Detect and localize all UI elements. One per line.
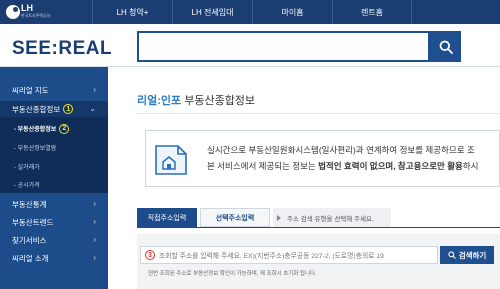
sidebar-item-label: 씨리얼 소개: [12, 253, 49, 263]
page-title: 리얼:인포 부동산종합정보: [137, 92, 255, 108]
chevron-right-icon: ›: [93, 199, 96, 208]
chevron-right-icon: ›: [93, 217, 96, 226]
address-search-button-label: 검색하기: [458, 250, 487, 260]
address-input-placeholder: 조회할 주소를 입력해 주세요. EX)(지번주소)충무공동 227-2, (도…: [159, 253, 384, 260]
submenu-item-real-estate-info[interactable]: - 부동산종합정보 2: [0, 119, 108, 138]
chevron-down-icon: ⌄: [89, 104, 96, 113]
sidebar-item-label: 부동산트렌드: [12, 217, 54, 227]
chevron-right-icon: ›: [93, 235, 96, 244]
lh-logo[interactable]: LH 한국토지주택공사: [6, 2, 50, 22]
search-input[interactable]: [137, 31, 430, 62]
sidebar-item-map[interactable]: 씨리얼 지도 ›: [0, 82, 108, 98]
step-badge: 2: [59, 123, 70, 134]
step-badge: 3: [145, 250, 155, 260]
chevron-right-icon: ›: [93, 85, 96, 94]
title-divider: [137, 113, 500, 114]
page-title-text: 부동산종합정보: [181, 95, 256, 107]
submenu-item-official-price[interactable]: - 공시가격: [0, 175, 108, 194]
top-nav-link[interactable]: 마이홈: [252, 0, 332, 24]
step-badge: 1: [63, 104, 74, 114]
sidebar: 씨리얼 지도 › 부동산종합정보 1 ⌄ - 부동산종합정보 2 - 부동산정보…: [0, 67, 108, 289]
search-icon: [448, 251, 456, 259]
sidebar-item-find-service[interactable]: 찾기서비스 ›: [0, 232, 108, 248]
tab-select-address[interactable]: 선택주소입력: [200, 208, 270, 227]
page-title-accent: 리얼:인포: [137, 95, 182, 107]
sidebar-item-statistics[interactable]: 부동산통계 ›: [0, 196, 108, 212]
document-icon: [155, 145, 187, 175]
sidebar-item-trend[interactable]: 부동산트렌드 ›: [0, 214, 108, 230]
sidebar-item-label: 씨리얼 지도: [12, 85, 49, 95]
sidebar-item-label: 부동산통계: [12, 199, 47, 209]
lh-logo-text: LH: [21, 3, 33, 13]
info-text-pre: 본 서비스에서 제공되는 정보는: [207, 161, 319, 171]
sidebar-item-label: 찾기서비스: [12, 235, 47, 245]
top-nav: LH 청약+ LH 전세임대 마이홈 렌트홈: [92, 0, 412, 24]
submenu-item-transaction-price[interactable]: - 실거래가: [0, 157, 108, 176]
info-text-line2: 본 서비스에서 제공되는 정보는 법적인 효력이 없으며, 참고용으로만 활용하…: [207, 160, 479, 172]
address-input[interactable]: 3 조회할 주소를 입력해 주세요. EX)(지번주소)충무공동 227-2, …: [140, 246, 438, 264]
info-text-post: 하시: [462, 161, 479, 171]
info-box: [145, 130, 500, 187]
submenu-item-label: - 부동산종합정보: [14, 127, 57, 133]
address-search-button[interactable]: 검색하기: [440, 246, 494, 264]
top-nav-link[interactable]: 렌트홈: [332, 0, 412, 24]
address-note: 현번 조회된 주소로 부동산정보 확인이 가능하며, 재 조회시 초기화 됩니다…: [148, 271, 317, 277]
top-bar: LH 한국토지주택공사 LH 청약+ LH 전세임대 마이홈 렌트홈: [0, 0, 500, 24]
sidebar-item-about[interactable]: 씨리얼 소개 ›: [0, 250, 108, 266]
chevron-right-icon: ›: [93, 253, 96, 262]
sidebar-submenu: - 부동산종합정보 2 - 부동산정보열람 - 실거래가 - 공시가격: [0, 117, 108, 193]
info-text-bold: 법적인 효력이 없으며, 참고용으로만 활용: [318, 161, 463, 171]
top-nav-link[interactable]: LH 청약+: [92, 0, 172, 24]
lh-logo-subtext: 한국토지주택공사: [21, 13, 51, 18]
tab-hint: 주소 검색 유형을 선택해 주세요.: [273, 208, 391, 227]
tabs-divider: [137, 227, 500, 228]
sidebar-item-label: 부동산종합정보: [12, 104, 61, 114]
submenu-item-info-view[interactable]: - 부동산정보열람: [0, 138, 108, 157]
tab-direct-address[interactable]: 직접주소입력: [137, 208, 197, 227]
info-text-line1: 실시간으로 부동산일원화시스템(일사편리)과 연계하여 정보를 제공하므로 조: [207, 145, 475, 155]
lh-logo-icon: [6, 5, 20, 19]
sidebar-item-real-estate-info[interactable]: 부동산종합정보 1 ⌄: [0, 101, 108, 117]
search-icon: [439, 40, 453, 54]
site-logo[interactable]: SEE:REAL: [12, 38, 112, 60]
top-nav-link[interactable]: LH 전세임대: [172, 0, 252, 24]
search-button[interactable]: [430, 31, 461, 62]
